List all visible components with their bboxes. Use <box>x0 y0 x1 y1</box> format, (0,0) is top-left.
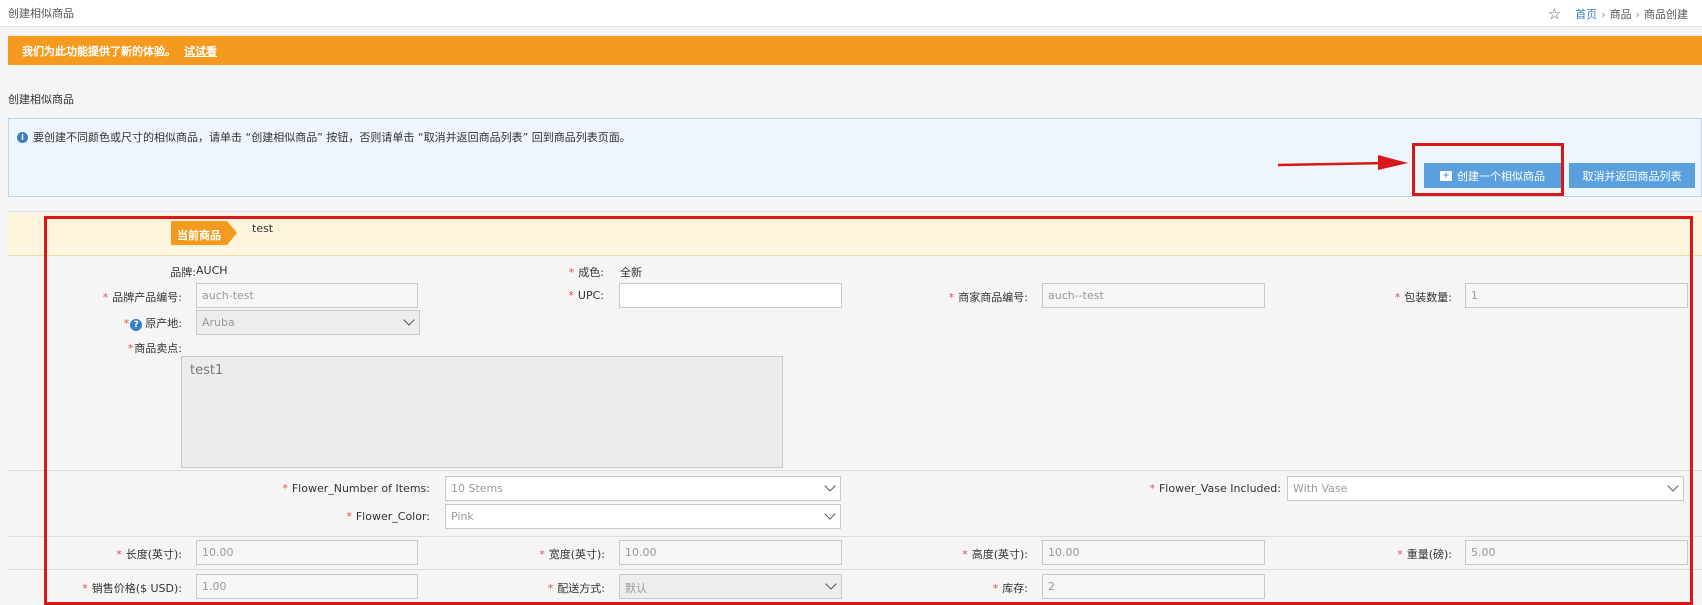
breadcrumb-separator: › <box>1635 7 1640 21</box>
info-message: i 要创建不同颜色或尺寸的相似商品，请单击 “创建相似商品” 按钮，否则请单击 … <box>17 129 631 145</box>
info-text: 要创建不同颜色或尺寸的相似商品，请单击 “创建相似商品” 按钮，否则请单击 “取… <box>33 131 631 144</box>
breadcrumb-products[interactable]: 商品 <box>1610 6 1632 22</box>
breadcrumb: ☆ 首页 › 商品 › 商品创建 <box>1548 6 1688 22</box>
section-title: 创建相似商品 <box>8 93 74 106</box>
page-title: 创建相似商品 <box>8 7 74 20</box>
try-it-link[interactable]: 试试看 <box>184 45 217 58</box>
new-experience-banner: 我们为此功能提供了新的体验。 试试看 <box>8 36 1702 65</box>
annotation-arrow <box>1278 155 1408 170</box>
breadcrumb-separator: › <box>1601 7 1606 21</box>
cancel-return-button[interactable]: 取消并返回商品列表 <box>1569 163 1695 188</box>
banner-text: 我们为此功能提供了新的体验。 <box>22 45 176 58</box>
breadcrumb-create-product: 商品创建 <box>1644 8 1688 21</box>
star-icon[interactable]: ☆ <box>1548 7 1561 22</box>
breadcrumb-home-link[interactable]: 首页 <box>1575 6 1597 22</box>
info-icon: i <box>17 131 28 143</box>
top-bar <box>0 0 1702 27</box>
annotation-highlight-create-button <box>1412 143 1564 196</box>
annotation-highlight-form <box>44 216 1693 605</box>
